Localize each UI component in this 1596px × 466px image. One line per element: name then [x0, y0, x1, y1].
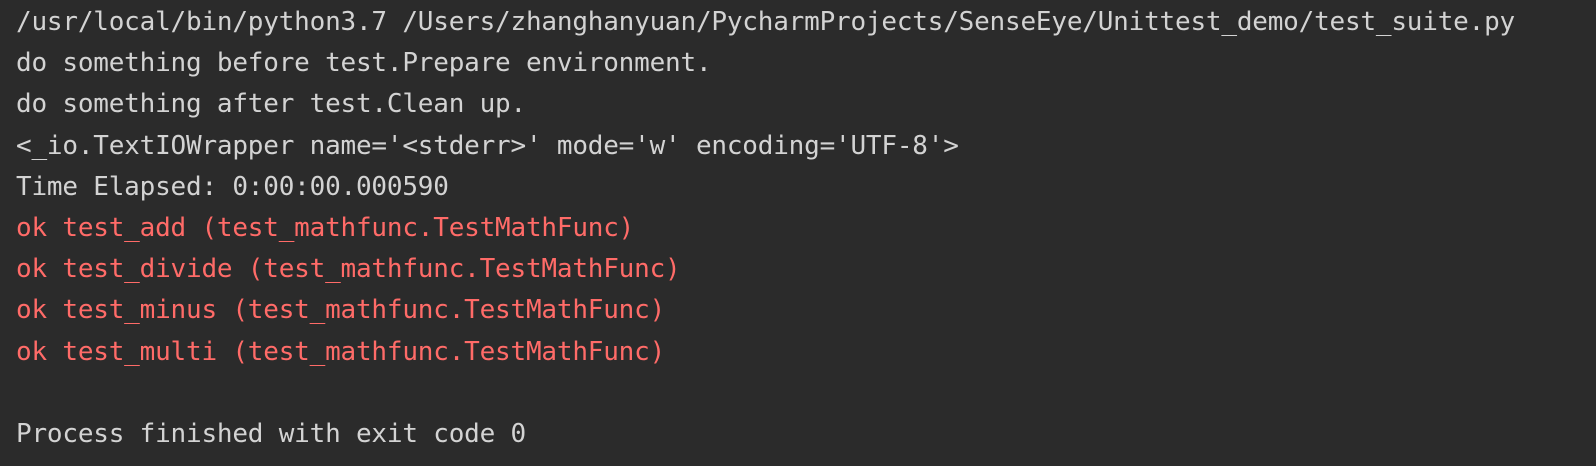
- stdout-line: do something before test.Prepare environ…: [16, 48, 712, 79]
- command-line: /usr/local/bin/python3.7 /Users/zhanghan…: [16, 7, 1515, 37]
- test-result-line: ok test_divide (test_mathfunc.TestMathFu…: [16, 254, 681, 285]
- stdout-line: Time Elapsed: 0:00:00.000590: [16, 171, 449, 202]
- test-result-line: ok test_multi (test_mathfunc.TestMathFun…: [16, 336, 666, 367]
- run-console-output[interactable]: /usr/local/bin/python3.7 /Users/zhanghan…: [0, 0, 1596, 466]
- test-result-line: ok test_add (test_mathfunc.TestMathFunc): [16, 212, 635, 243]
- stdout-line: do something after test.Clean up.: [16, 89, 526, 120]
- test-result-line: ok test_minus (test_mathfunc.TestMathFun…: [16, 295, 666, 326]
- stdout-line: <_io.TextIOWrapper name='<stderr>' mode=…: [16, 130, 959, 161]
- exit-status-line: Process finished with exit code 0: [16, 418, 526, 449]
